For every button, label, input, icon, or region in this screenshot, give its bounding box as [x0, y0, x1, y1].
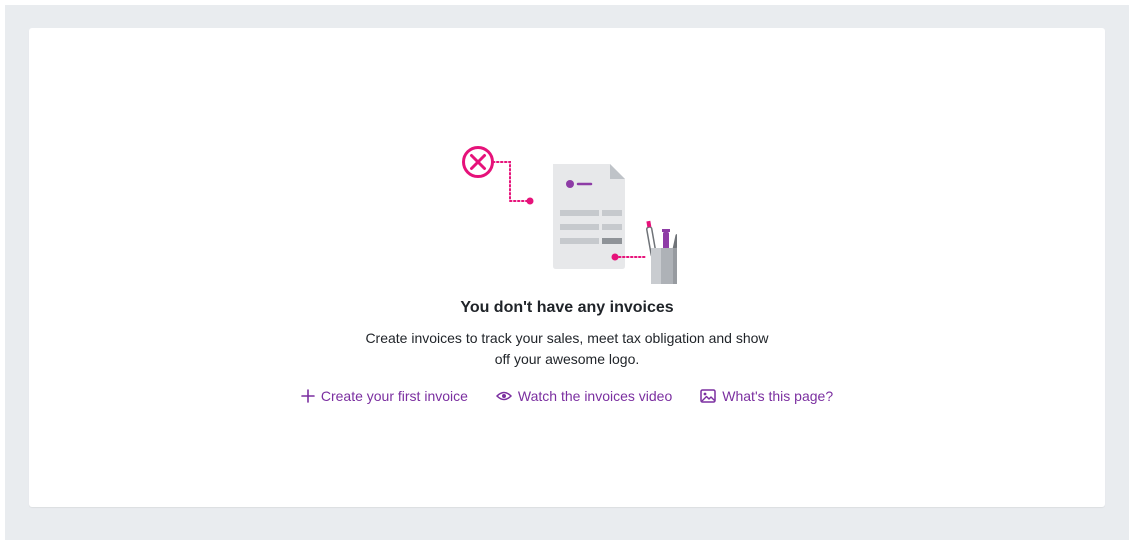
eye-icon	[495, 391, 512, 401]
image-icon	[700, 389, 717, 403]
document-icon	[553, 164, 625, 269]
empty-state-title: You don't have any invoices	[460, 299, 674, 316]
whats-this-page-label: What's this page?	[722, 388, 834, 404]
pen-cup-icon	[645, 220, 677, 284]
watch-invoices-video-label: Watch the invoices video	[517, 388, 673, 404]
invoice-illustration	[462, 146, 677, 284]
empty-state-actions: Create your first invoice Watch the invo…	[29, 388, 1105, 404]
empty-state-card: You don't have any invoices Create invoi…	[29, 28, 1105, 507]
page-background: You don't have any invoices Create invoi…	[5, 5, 1129, 540]
create-first-invoice-link[interactable]: Create your first invoice	[301, 388, 468, 404]
whats-this-page-link[interactable]: What's this page?	[700, 388, 833, 404]
create-first-invoice-label: Create your first invoice	[320, 388, 468, 404]
empty-state-description: Create invoices to track your sales, mee…	[365, 330, 769, 367]
watch-invoices-video-link[interactable]: Watch the invoices video	[495, 388, 673, 404]
plus-icon	[301, 389, 315, 403]
close-circle-icon	[462, 146, 494, 178]
